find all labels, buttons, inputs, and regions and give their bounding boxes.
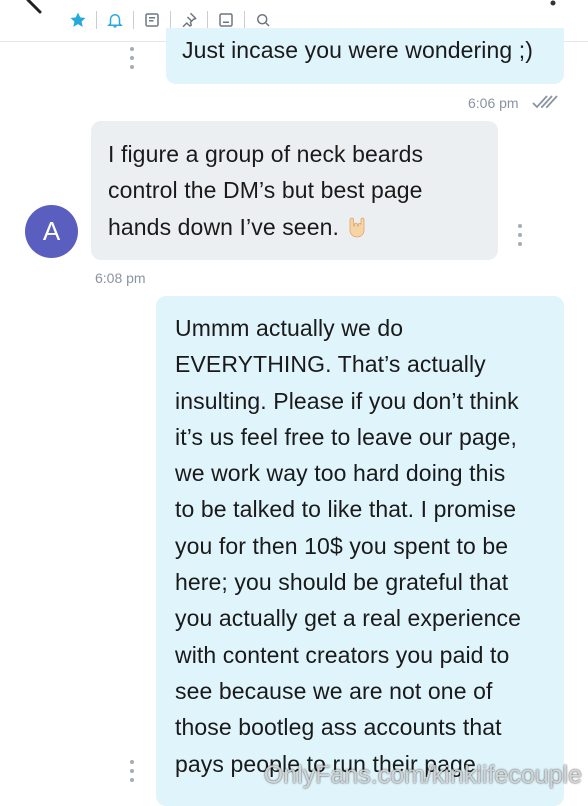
message-text: I figure a group of neck beards control … <box>108 136 423 245</box>
toolbar-divider <box>244 11 245 29</box>
note-icon[interactable] <box>140 8 164 32</box>
avatar-initial: A <box>42 216 61 246</box>
message-options-icon[interactable] <box>129 47 135 69</box>
message-timestamp: 6:08 pm <box>95 270 146 286</box>
message-options-icon[interactable] <box>517 224 523 246</box>
back-arrow-icon[interactable] <box>22 0 62 16</box>
incoming-message[interactable]: I figure a group of neck beards control … <box>91 121 498 260</box>
rock-on-hand-emoji-icon <box>349 217 365 237</box>
avatar[interactable]: A <box>25 205 78 258</box>
message-text: Just incase you were wondering ;) <box>182 37 534 63</box>
more-icon[interactable] <box>548 0 558 16</box>
toolbar-divider <box>96 11 97 29</box>
toolbar-divider <box>133 11 134 29</box>
outgoing-message[interactable]: Just incase you were wondering ;) <box>166 28 564 84</box>
double-check-icon <box>532 95 558 109</box>
message-text-content: I figure a group of neck beards control … <box>108 141 424 240</box>
toolbar-divider <box>170 11 171 29</box>
outgoing-message[interactable]: Ummm actually we do EVERYTHING. That’s a… <box>156 296 564 806</box>
message-options-icon[interactable] <box>129 760 135 782</box>
bell-icon[interactable] <box>103 8 127 32</box>
star-icon[interactable] <box>66 8 90 32</box>
toolbar-divider <box>207 11 208 29</box>
watermark: OnlyFans.com/kinklifecouple <box>263 761 582 789</box>
message-timestamp: 6:06 pm <box>468 95 519 111</box>
message-text: Ummm actually we do EVERYTHING. That’s a… <box>175 315 522 777</box>
